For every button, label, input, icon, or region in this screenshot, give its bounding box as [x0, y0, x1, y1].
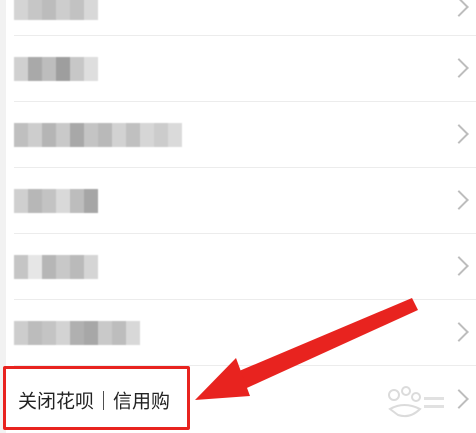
- annotation-arrow-icon: [195, 298, 418, 400]
- watermark-logo-icon: [388, 386, 444, 418]
